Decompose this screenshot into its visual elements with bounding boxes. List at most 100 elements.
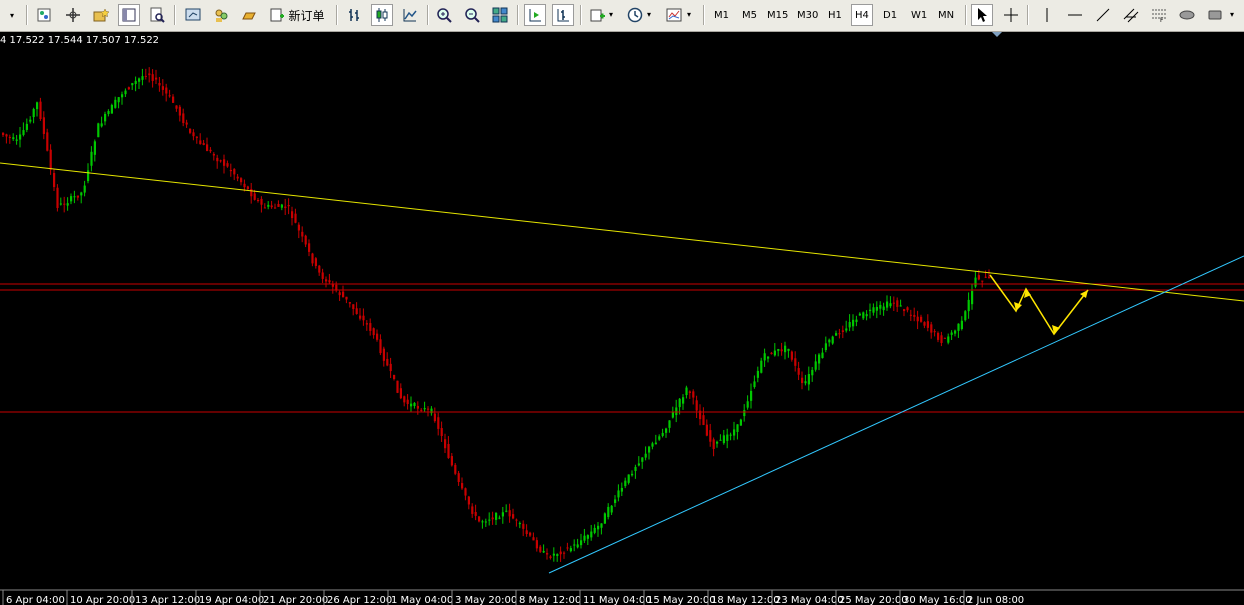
- crosshair-tool-button[interactable]: [1000, 4, 1022, 26]
- timeframe-w1[interactable]: W1: [908, 4, 930, 26]
- candle-body: [648, 446, 651, 453]
- candlesticks: [2, 67, 991, 562]
- cursor-tool-button[interactable]: [971, 4, 993, 26]
- favorites-button[interactable]: [90, 4, 112, 26]
- drawing-tools-dropdown-icon[interactable]: ▾: [1230, 10, 1234, 19]
- candle-body: [199, 140, 202, 144]
- candle-body: [338, 292, 341, 296]
- candle-body: [87, 170, 90, 182]
- tile-windows-button[interactable]: [489, 4, 511, 26]
- candle-body: [226, 163, 229, 167]
- candle-body: [984, 276, 987, 278]
- candle-body: [593, 527, 596, 533]
- timeframe-m30[interactable]: M30: [794, 4, 821, 26]
- candle-body: [763, 353, 766, 361]
- bar-chart-button[interactable]: [344, 4, 366, 26]
- candlestick-button[interactable]: [371, 4, 393, 26]
- candle-body: [671, 412, 674, 418]
- candle-body: [909, 314, 912, 316]
- candle-body: [760, 360, 763, 373]
- candle-body: [569, 548, 572, 552]
- candle-body: [627, 474, 630, 483]
- candle-body: [304, 235, 307, 245]
- candle-body: [63, 203, 66, 205]
- timeframe-m5[interactable]: M5: [739, 4, 760, 26]
- candle-body: [943, 337, 946, 339]
- candle-body: [32, 108, 35, 118]
- candle-body: [831, 336, 834, 344]
- vertical-line-tool-button[interactable]: [1036, 4, 1058, 26]
- candle-body: [654, 442, 657, 445]
- periods-button[interactable]: [624, 4, 646, 26]
- timeframe-m1[interactable]: M1: [711, 4, 732, 26]
- toolbar-dropdown-button[interactable]: ▾: [2, 4, 22, 26]
- candle-body: [661, 432, 664, 436]
- candle-body: [212, 153, 215, 156]
- candle-body: [923, 322, 926, 326]
- candle-body: [369, 323, 372, 331]
- zoom-in-button[interactable]: [433, 4, 455, 26]
- separator: [517, 5, 519, 25]
- autotrading-button[interactable]: [238, 4, 260, 26]
- candle-body: [127, 87, 130, 90]
- candle-body: [403, 396, 406, 403]
- chart-shift-button[interactable]: [552, 4, 574, 26]
- candle-body: [148, 73, 151, 76]
- separator: [174, 5, 176, 25]
- templates-button[interactable]: [663, 4, 685, 26]
- indicators-button[interactable]: [587, 4, 609, 26]
- strategy-tester-button[interactable]: [146, 4, 168, 26]
- candle-body: [916, 316, 919, 322]
- timeframe-h1[interactable]: H1: [825, 4, 845, 26]
- trendline-tool-button[interactable]: [1092, 4, 1114, 26]
- options-button[interactable]: [182, 4, 204, 26]
- chart-shift-marker-icon[interactable]: [992, 32, 1002, 37]
- candle-body: [216, 157, 219, 162]
- data-window-button[interactable]: [118, 4, 140, 26]
- timeframe-d1[interactable]: D1: [880, 4, 900, 26]
- candle-body: [804, 381, 807, 384]
- time-axis-label: 10 Apr 20:00: [70, 595, 135, 605]
- candle-body: [722, 435, 725, 444]
- chart-shift-icon: [557, 9, 569, 22]
- fibonacci-tool-button[interactable]: F: [1148, 4, 1170, 26]
- market-watch-button[interactable]: [33, 4, 55, 26]
- new-order-button[interactable]: 新订单: [266, 4, 328, 26]
- timeframe-mn[interactable]: MN: [935, 4, 957, 26]
- candle-body: [906, 307, 909, 311]
- candle-body: [600, 523, 603, 528]
- candle-body: [845, 328, 848, 331]
- time-axis-label: 6 Apr 04:00: [6, 595, 65, 605]
- timeframe-h4[interactable]: H4: [851, 4, 873, 26]
- indicators-dropdown-icon[interactable]: ▾: [609, 10, 613, 19]
- periods-dropdown-icon[interactable]: ▾: [647, 10, 651, 19]
- candle-body: [855, 319, 858, 323]
- zoom-out-button[interactable]: [461, 4, 483, 26]
- price-chart[interactable]: 6 Apr 04:00 10 Apr 20:00 13 Apr 12:0019 Ap…: [0, 32, 1244, 605]
- rectangle-tool-button[interactable]: [1204, 4, 1226, 26]
- candle-body: [49, 149, 52, 170]
- candle-body: [865, 314, 868, 317]
- candle-body: [954, 330, 957, 334]
- candle-body: [590, 531, 593, 538]
- timeframe-m15[interactable]: M15: [764, 4, 791, 26]
- candle-body: [801, 377, 804, 384]
- horizontal-line-tool-button[interactable]: [1064, 4, 1086, 26]
- svg-text:F: F: [1160, 17, 1164, 23]
- candle-body: [100, 123, 103, 127]
- ellipse-tool-button[interactable]: [1176, 4, 1198, 26]
- experts-button[interactable]: [210, 4, 232, 26]
- candle-body: [107, 111, 110, 115]
- candle-body: [182, 113, 185, 123]
- navigator-button[interactable]: [62, 4, 84, 26]
- equidistant-channel-tool-button[interactable]: [1120, 4, 1142, 26]
- line-chart-button[interactable]: [399, 4, 421, 26]
- gold-bar-icon: [242, 12, 256, 20]
- downtrend-line[interactable]: [0, 162, 1244, 302]
- auto-scroll-button[interactable]: [524, 4, 546, 26]
- candle-body: [19, 134, 22, 140]
- candle-body: [250, 189, 253, 197]
- time-axis-label: 26 Apr 12:00: [327, 595, 392, 605]
- candle-body: [814, 361, 817, 370]
- templates-dropdown-icon[interactable]: ▾: [687, 10, 691, 19]
